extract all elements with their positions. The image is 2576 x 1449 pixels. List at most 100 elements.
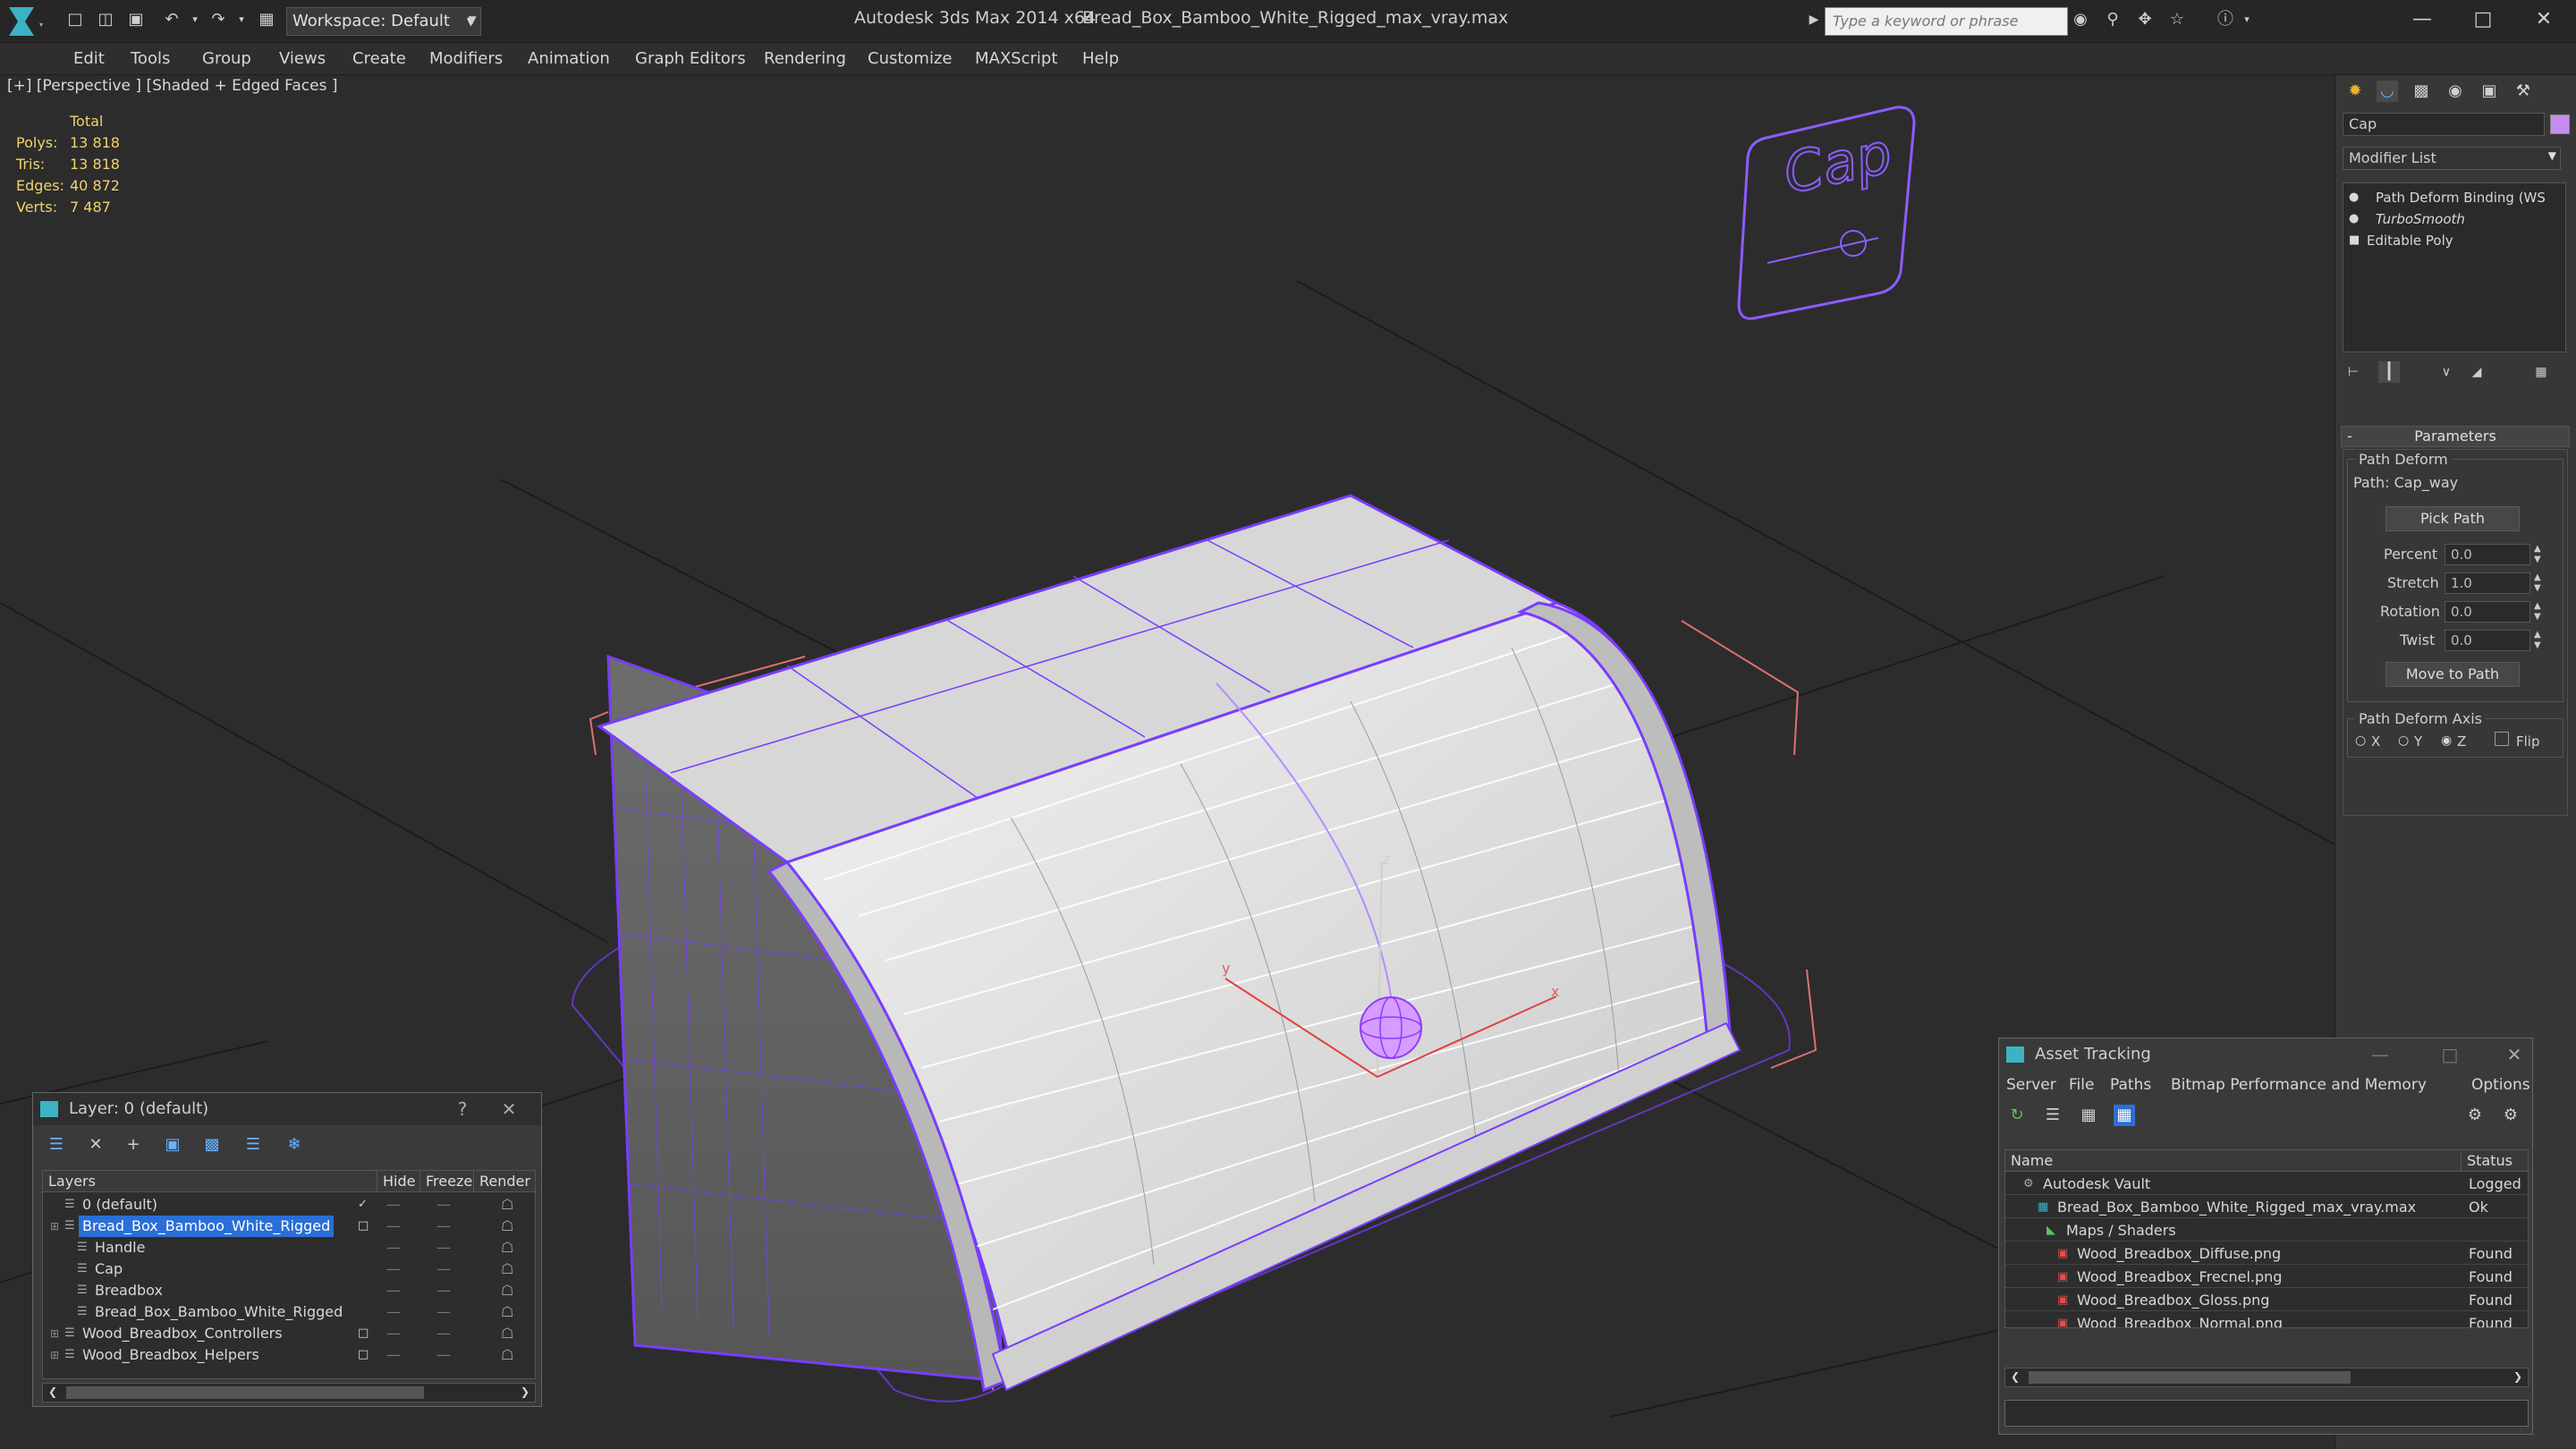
refresh-icon[interactable]: ↻ xyxy=(2006,1105,2028,1126)
render-teapot-icon[interactable]: ☖ xyxy=(501,1301,513,1323)
render-teapot-icon[interactable]: ☖ xyxy=(501,1194,513,1216)
pick-path-button[interactable]: Pick Path xyxy=(2385,506,2520,531)
asset-path-field[interactable] xyxy=(2004,1400,2529,1427)
asset-row[interactable]: ▦ Bread_Box_Bamboo_White_Rigged_max_vray.… xyxy=(2005,1197,2528,1218)
flip-checkbox[interactable] xyxy=(2495,732,2509,746)
current-layer-checkbox[interactable]: □ xyxy=(358,1344,369,1366)
scroll-thumb[interactable] xyxy=(66,1386,424,1399)
menu-tools[interactable]: Tools xyxy=(131,49,170,68)
workspace-select[interactable]: Workspace: Default ▼ xyxy=(286,7,481,36)
delete-layer-icon[interactable]: ✕ xyxy=(85,1134,106,1156)
freeze-toggle[interactable]: — xyxy=(436,1301,451,1323)
hide-toggle[interactable]: — xyxy=(386,1344,401,1366)
viewport-label[interactable]: [+] [Perspective ] [Shaded + Edged Faces… xyxy=(7,77,337,95)
twist-spinner[interactable]: 0.0 xyxy=(2445,630,2530,651)
scroll-right-icon[interactable]: ❯ xyxy=(2513,1370,2522,1383)
redo-dropdown-icon[interactable]: ▾ xyxy=(231,9,252,30)
render-teapot-icon[interactable]: ☖ xyxy=(501,1344,513,1366)
layer-window-titlebar[interactable]: Layer: 0 (default) ? ✕ xyxy=(33,1093,541,1125)
hide-toggle[interactable]: — xyxy=(386,1237,401,1258)
spinner-arrows-icon[interactable]: ▲ ▼ xyxy=(2534,544,2541,565)
axis-z-radio[interactable]: ◉ xyxy=(2441,733,2452,748)
search-input[interactable]: Type a keyword or phrase xyxy=(1825,7,2068,36)
hide-toggle[interactable]: — xyxy=(386,1216,401,1237)
asset-row[interactable]: ▣ Wood_Breadbox_Frecnel.png Found xyxy=(2005,1267,2528,1288)
layer-row[interactable]: ☰ Bread_Box_Bamboo_White_Rigged — — ☖ xyxy=(43,1301,535,1323)
scroll-left-icon[interactable]: ❮ xyxy=(48,1385,57,1398)
undo-icon[interactable]: ↶ xyxy=(161,9,182,30)
asset-row[interactable]: ▣ Wood_Breadbox_Diffuse.png Found xyxy=(2005,1243,2528,1265)
project-folder-icon[interactable]: ▦ xyxy=(256,9,277,30)
freeze-toggle[interactable]: — xyxy=(436,1323,451,1344)
freeze-toggle[interactable]: — xyxy=(436,1216,451,1237)
handle-knob[interactable] xyxy=(1360,996,1422,1059)
asset-row[interactable]: ◣ Maps / Shaders xyxy=(2005,1220,2528,1241)
menu-create[interactable]: Create xyxy=(352,49,406,68)
asset-menu-bitmap[interactable]: Bitmap Performance and Memory xyxy=(2171,1076,2427,1094)
cap-controller-shape[interactable]: Cap xyxy=(1737,106,1916,320)
pin-stack-icon[interactable]: ⊢ xyxy=(2343,361,2364,383)
scroll-thumb[interactable] xyxy=(2029,1371,2351,1384)
spinner-arrows-icon[interactable]: ▲ ▼ xyxy=(2534,601,2541,623)
scroll-left-icon[interactable]: ❮ xyxy=(2011,1370,2020,1383)
menu-rendering[interactable]: Rendering xyxy=(764,49,846,68)
current-layer-checkbox[interactable]: ✓ xyxy=(358,1194,368,1216)
hide-toggle[interactable]: — xyxy=(386,1301,401,1323)
modify-tab-icon[interactable]: ◡ xyxy=(2377,80,2398,102)
layer-hscrollbar[interactable]: ❮ ❯ xyxy=(42,1383,536,1402)
redo-icon[interactable]: ↷ xyxy=(208,9,229,30)
asset-menu-file[interactable]: File xyxy=(2069,1076,2094,1094)
stack-item-turbosmooth[interactable]: ● TurboSmooth xyxy=(2343,208,2565,230)
layer-row[interactable]: ⊞ ☰ Bread_Box_Bamboo_White_Rigged □ — — ☖ xyxy=(43,1216,535,1237)
column-layers[interactable]: Layers xyxy=(43,1171,377,1192)
modifier-list-dropdown[interactable]: Modifier List ▼ xyxy=(2343,147,2561,170)
stack-item-path-deform[interactable]: ● Path Deform Binding (WS xyxy=(2343,187,2565,208)
lightbulb-icon[interactable]: ● xyxy=(2349,187,2359,208)
menu-graph-editors[interactable]: Graph Editors xyxy=(635,49,746,68)
communication-icon[interactable]: ✥ xyxy=(2134,9,2156,30)
hide-all-layers-icon[interactable]: ☰ xyxy=(242,1134,264,1156)
menu-help[interactable]: Help xyxy=(1082,49,1119,68)
asset-row[interactable]: ▣ Wood_Breadbox_Normal.png Found xyxy=(2005,1313,2528,1327)
menu-edit[interactable]: Edit xyxy=(73,49,105,68)
expand-icon[interactable]: ■ xyxy=(2349,230,2360,251)
remove-modifier-icon[interactable]: ◢ xyxy=(2466,361,2487,383)
search-expand-icon[interactable]: ▶ xyxy=(1803,9,1825,30)
create-layer-icon[interactable]: ☰ xyxy=(46,1134,67,1156)
render-teapot-icon[interactable]: ☖ xyxy=(501,1323,513,1344)
binoculars-icon[interactable]: ◉ xyxy=(2070,9,2091,30)
menu-modifiers[interactable]: Modifiers xyxy=(429,49,503,68)
asset-menu-paths[interactable]: Paths xyxy=(2110,1076,2151,1094)
rotation-spinner[interactable]: 0.0 xyxy=(2445,601,2530,623)
axis-x-radio[interactable]: ○ xyxy=(2355,733,2366,748)
maximize-window-button[interactable]: □ xyxy=(2458,4,2508,36)
add-to-layer-icon[interactable]: + xyxy=(123,1134,144,1156)
column-freeze[interactable]: Freeze xyxy=(420,1171,474,1192)
object-color-swatch[interactable] xyxy=(2550,114,2570,134)
vault-settings-icon[interactable]: ⚙ xyxy=(2500,1105,2521,1126)
create-tab-icon[interactable]: ✹ xyxy=(2344,80,2366,102)
asset-menu-options[interactable]: Options xyxy=(2471,1076,2530,1094)
render-teapot-icon[interactable]: ☖ xyxy=(501,1280,513,1301)
select-in-layer-icon[interactable]: ▣ xyxy=(162,1134,183,1156)
favorites-star-icon[interactable]: ☆ xyxy=(2166,9,2188,30)
menu-animation[interactable]: Animation xyxy=(528,49,610,68)
freeze-all-layers-icon[interactable]: ❄ xyxy=(284,1134,305,1156)
utilities-tab-icon[interactable]: ⚒ xyxy=(2512,80,2534,102)
column-name[interactable]: Name xyxy=(2005,1150,2462,1172)
motion-tab-icon[interactable]: ◉ xyxy=(2445,80,2466,102)
subscription-icon[interactable]: ⚲ xyxy=(2102,9,2123,30)
help-button[interactable]: ? xyxy=(446,1093,479,1125)
object-name-field[interactable]: Cap xyxy=(2343,113,2545,136)
spinner-arrows-icon[interactable]: ▲ ▼ xyxy=(2534,572,2541,594)
make-unique-icon[interactable]: ∨ xyxy=(2436,361,2457,383)
layer-row[interactable]: ⊞ ☰ Wood_Breadbox_Helpers □ — — ☖ xyxy=(43,1344,535,1366)
list-view-icon[interactable]: ☰ xyxy=(2042,1105,2063,1126)
parameters-rollout-header[interactable]: Parameters - xyxy=(2341,426,2570,447)
freeze-toggle[interactable]: — xyxy=(436,1258,451,1280)
help-dropdown-icon[interactable]: ▾ xyxy=(2236,9,2258,30)
close-icon[interactable]: ✕ xyxy=(2498,1038,2530,1071)
tree-view-icon[interactable]: ▦ xyxy=(2078,1105,2099,1126)
stretch-spinner[interactable]: 1.0 xyxy=(2445,572,2530,594)
render-teapot-icon[interactable]: ☖ xyxy=(501,1237,513,1258)
